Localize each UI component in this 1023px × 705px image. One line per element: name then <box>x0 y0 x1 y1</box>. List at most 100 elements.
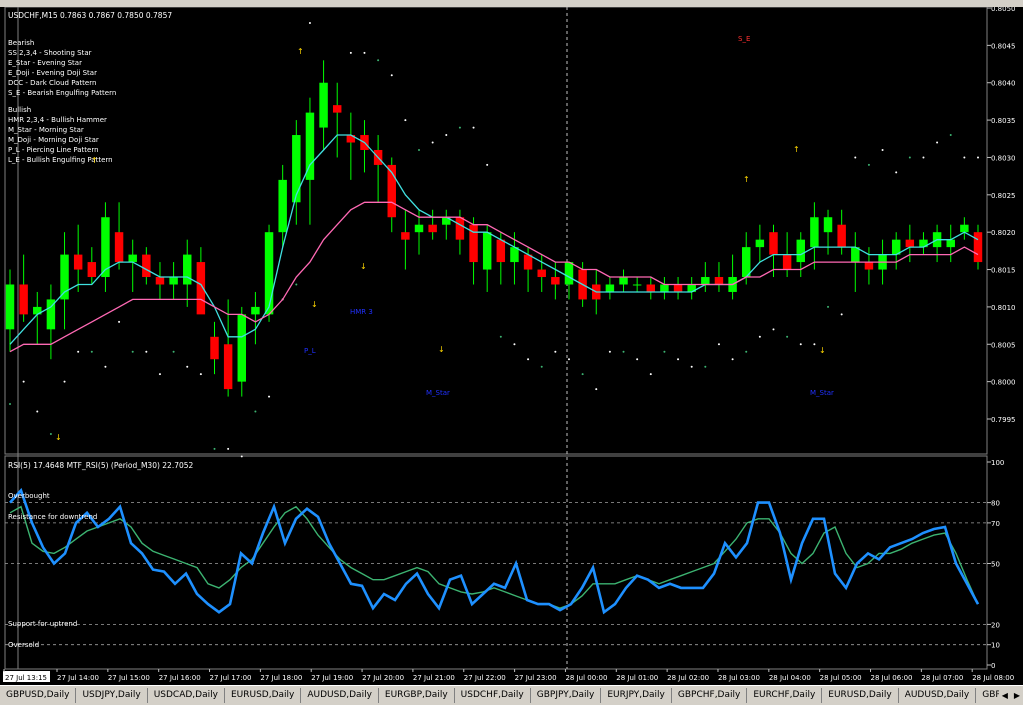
sar-dot <box>49 432 52 435</box>
scroll-right-icon[interactable]: ▶ <box>1011 691 1023 700</box>
candle-body <box>155 277 165 285</box>
time-tick-label: 28 Jul 08:00 <box>972 674 1014 682</box>
chart-tab[interactable]: USDCAD,Daily <box>148 688 225 703</box>
fractal-arrow-icon: ↑ <box>743 175 750 184</box>
candle-body <box>210 336 219 360</box>
chart-window[interactable]: 0.8050 0.8045 0.8040 0.8035 0.8030 0.8025 0.80… <box>0 5 1023 685</box>
price-tick-label: 0.8030 <box>991 154 1016 162</box>
chart-tab[interactable]: USDJPY,Daily <box>76 688 148 703</box>
candle-body <box>796 239 805 263</box>
sar-dot <box>254 410 257 413</box>
candle-body <box>87 262 97 278</box>
chart-tab[interactable]: EURUSD,Daily <box>822 688 899 703</box>
rsi-level-support: Support for uptrend <box>8 620 77 628</box>
price-tick-label: 0.8050 <box>991 7 1016 13</box>
sar-dot <box>636 358 639 361</box>
sar-dot <box>104 365 107 368</box>
time-tick-label: 28 Jul 04:00 <box>769 674 811 682</box>
chart-tab[interactable]: EURJPY,Daily <box>601 688 672 703</box>
chart-tab[interactable]: EURCHF,Daily <box>747 688 823 703</box>
chart-canvas[interactable]: 0.8050 0.8045 0.8040 0.8035 0.8030 0.8025 0.80… <box>0 5 1023 685</box>
chart-tab[interactable]: GBPUSD,Daily <box>0 688 77 703</box>
candle-body <box>551 277 560 285</box>
legend-bearish-item: S_E - Bearish Engulfing Pattern <box>8 89 116 97</box>
candle-body <box>673 284 683 292</box>
symbol-title: USDCHF,M15 0.7863 0.7867 0.7850 0.7857 <box>8 11 172 20</box>
price-tick-label: 0.8010 <box>991 304 1016 312</box>
candle-body <box>701 277 710 285</box>
pattern-label-p-l: P_L <box>304 347 316 355</box>
candle-body <box>946 239 955 248</box>
candle-body <box>632 284 642 286</box>
chart-tab[interactable]: EURUSD,Daily <box>225 688 302 703</box>
sar-dot <box>404 119 407 122</box>
sar-dot <box>63 380 66 383</box>
chart-tab[interactable]: AUDUSD,Daily <box>301 688 379 703</box>
candle-body <box>810 217 819 248</box>
candle-body <box>5 284 15 330</box>
sar-dot <box>731 358 734 361</box>
rsi-tick-label: 20 <box>991 621 1000 629</box>
chart-tab[interactable]: AUDUSD,Daily <box>899 688 977 703</box>
chart-tab[interactable]: EURGBP,Daily <box>379 688 455 703</box>
pattern-legend: Bearish SS 2,3,4 - Shooting Star E_Star … <box>8 39 116 164</box>
candle-body <box>169 277 178 285</box>
sar-dot <box>390 74 393 77</box>
sar-dot <box>268 395 271 398</box>
sar-dot <box>758 335 761 338</box>
rsi-panel-frame <box>4 455 988 670</box>
time-tick-label: 28 Jul 02:00 <box>667 674 709 682</box>
candle-body <box>605 284 615 292</box>
chart-tab[interactable]: GBPJPY,Daily <box>531 688 602 703</box>
candle-body <box>564 262 574 285</box>
fractal-arrow-icon: ↑ <box>297 47 304 56</box>
sar-dot <box>977 156 979 159</box>
time-tick-label: 27 Jul 14:00 <box>57 674 99 682</box>
sar-dot <box>813 343 816 346</box>
candle-body <box>183 254 192 285</box>
sar-dot <box>186 365 189 368</box>
sar-dot <box>649 373 652 376</box>
price-tick-label: 0.8015 <box>991 267 1016 275</box>
price-tick-label: 0.8035 <box>991 117 1016 125</box>
sar-dot <box>22 380 25 383</box>
rsi-title: RSI(5) 17.4648 MTF_RSI(5) (Period_M30) 2… <box>8 461 194 470</box>
sar-dot <box>540 365 543 368</box>
candle-body <box>960 224 969 233</box>
time-tick-label: 27 Jul 21:00 <box>413 674 455 682</box>
candle-body <box>482 232 492 270</box>
rsi-level-oversold: Oversold <box>8 641 39 649</box>
time-tick-label: 28 Jul 06:00 <box>871 674 913 682</box>
sar-dot <box>554 350 557 353</box>
time-tick-label: 27 Jul 15:00 <box>108 674 150 682</box>
rsi-tick-label: 100 <box>991 459 1004 467</box>
candle-body <box>905 239 915 248</box>
chart-tab[interactable]: GBPCHF,Daily <box>672 688 748 703</box>
fractal-arrow-icon: ↓ <box>360 262 367 271</box>
chart-tab[interactable]: GBPUSD,Daily <box>976 688 998 703</box>
time-tick-label: 28 Jul 01:00 <box>616 674 658 682</box>
fractal-arrow-icon: ↓ <box>438 345 445 354</box>
price-tick-label: 0.8020 <box>991 229 1016 237</box>
scroll-left-icon[interactable]: ◀ <box>999 691 1011 700</box>
candle-body <box>646 284 656 292</box>
sar-dot <box>349 51 352 54</box>
rsi-tick-label: 70 <box>991 520 1000 528</box>
sar-dot <box>840 313 843 316</box>
sar-dot <box>949 134 952 137</box>
price-tick-label: 0.8025 <box>991 192 1016 200</box>
price-axis: 0.8050 0.8045 0.8040 0.8035 0.8030 0.8025 0.80… <box>987 5 1016 424</box>
sar-dot <box>431 141 434 144</box>
candle-body <box>292 135 301 203</box>
fractal-arrow-icon: ↑ <box>91 156 98 165</box>
sar-dot <box>458 126 461 129</box>
pattern-label-s-e: S_E <box>738 35 750 43</box>
candle-body <box>769 232 778 255</box>
candle-body <box>332 105 342 113</box>
sar-dot <box>295 283 298 286</box>
sar-dot <box>363 51 366 54</box>
chart-tab[interactable]: USDCHF,Daily <box>455 688 531 703</box>
rsi-series-line <box>9 487 980 615</box>
sar-dot <box>527 358 530 361</box>
candle-body <box>428 224 437 233</box>
